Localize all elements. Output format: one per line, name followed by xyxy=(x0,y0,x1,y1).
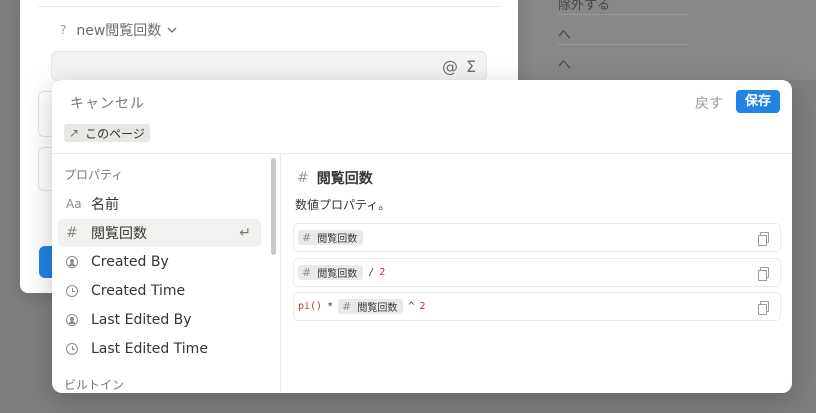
scrollbar[interactable] xyxy=(271,158,276,255)
list-item-name[interactable]: Aa 名前 xyxy=(58,190,261,218)
background-text: へ xyxy=(558,28,572,43)
clock-icon xyxy=(66,343,88,355)
divider xyxy=(558,44,688,45)
section-title-builtins: ビルトイン xyxy=(64,378,125,392)
sum-icon[interactable]: Σ xyxy=(466,57,476,76)
section-title-properties: プロパティ xyxy=(64,168,124,182)
number-literal: 2 xyxy=(419,301,426,312)
list-item-label: Created Time xyxy=(91,283,186,299)
formula-input[interactable]: @ Σ xyxy=(51,51,487,81)
number-hash-icon: # xyxy=(342,300,352,313)
token-label: 閲覧回数 xyxy=(357,303,398,314)
list-item-created-by[interactable]: Created By xyxy=(58,248,261,276)
list-item-created-time[interactable]: Created Time xyxy=(58,277,261,305)
list-item-label: Last Edited By xyxy=(91,312,192,328)
mention-icon[interactable]: @ xyxy=(442,57,458,76)
example-row[interactable]: # 閲覧回数 xyxy=(293,223,781,252)
person-circle-icon xyxy=(66,256,88,268)
copy-icon[interactable] xyxy=(758,301,769,315)
option-box xyxy=(38,91,52,137)
background-text: へ xyxy=(558,58,572,73)
list-item-label: Last Edited Time xyxy=(91,341,208,357)
detail-title: # 閲覧回数 xyxy=(297,168,373,188)
operator: / xyxy=(368,267,375,278)
list-item-last-edited-time[interactable]: Last Edited Time xyxy=(58,335,261,363)
reference-list[interactable]: プロパティ Aa 名前 # 閲覧回数 ↵ Created By Created … xyxy=(52,154,281,393)
person-circle-icon xyxy=(66,314,88,326)
help-icon[interactable]: ? xyxy=(60,23,66,37)
property-header[interactable]: ? new閲覧回数 xyxy=(60,20,177,40)
chevron-down-icon[interactable] xyxy=(167,25,177,35)
number-hash-icon: # xyxy=(302,266,312,279)
divider xyxy=(38,6,500,7)
background-text: 除外する xyxy=(558,0,611,13)
copy-icon[interactable] xyxy=(758,267,769,281)
scope-chip[interactable]: ↗ このページ xyxy=(64,124,150,142)
enter-icon: ↵ xyxy=(239,225,251,241)
property-token: # 閲覧回数 xyxy=(298,265,364,280)
save-button[interactable]: 保存 xyxy=(736,90,780,113)
detail-panel: # 閲覧回数 数値プロパティ。 # 閲覧回数 # 閲覧回数 / 2 pi() *… xyxy=(281,154,792,393)
text-aa-icon: Aa xyxy=(66,197,82,211)
list-item-label: 名前 xyxy=(91,197,119,213)
property-name: new閲覧回数 xyxy=(76,23,162,39)
operator: ^ xyxy=(408,301,415,312)
scope-chip-label: このページ xyxy=(85,126,145,141)
token-label: 閲覧回数 xyxy=(317,269,358,280)
function-call: pi() xyxy=(298,301,323,312)
list-item-label: 閲覧回数 xyxy=(91,226,147,242)
detail-description: 数値プロパティ。 xyxy=(295,198,391,212)
background-panel: 除外する へ へ xyxy=(518,0,816,80)
property-token: # 閲覧回数 xyxy=(338,299,404,314)
operator: * xyxy=(327,301,334,312)
token-label: 閲覧回数 xyxy=(317,234,358,245)
dialog-header: キャンセル 戻す 保存 ↗ このページ xyxy=(52,80,792,154)
list-item-view-count[interactable]: # 閲覧回数 ↵ xyxy=(58,219,261,247)
dialog-body: プロパティ Aa 名前 # 閲覧回数 ↵ Created By Created … xyxy=(52,154,792,393)
detail-title-text: 閲覧回数 xyxy=(316,171,373,187)
number-hash-icon: # xyxy=(302,231,312,244)
example-row[interactable]: # 閲覧回数 / 2 xyxy=(293,258,781,287)
number-hash-icon: # xyxy=(297,170,309,186)
arrow-up-right-icon: ↗ xyxy=(69,126,80,140)
list-item-last-edited-by[interactable]: Last Edited By xyxy=(58,306,261,334)
copy-icon[interactable] xyxy=(758,232,769,246)
list-item-label: Created By xyxy=(91,254,169,270)
option-box xyxy=(38,147,52,191)
cancel-button[interactable]: キャンセル xyxy=(70,93,145,113)
number-hash-icon: # xyxy=(66,225,78,241)
divider xyxy=(558,14,688,15)
number-literal: 2 xyxy=(379,267,386,278)
example-row[interactable]: pi() * # 閲覧回数 ^ 2 xyxy=(293,292,781,321)
formula-editor-dialog: キャンセル 戻す 保存 ↗ このページ プロパティ Aa 名前 # 閲覧回数 ↵… xyxy=(52,80,792,393)
done-button[interactable] xyxy=(39,246,53,278)
revert-button[interactable]: 戻す xyxy=(695,93,723,113)
clock-icon xyxy=(66,285,88,297)
property-token: # 閲覧回数 xyxy=(298,230,364,245)
